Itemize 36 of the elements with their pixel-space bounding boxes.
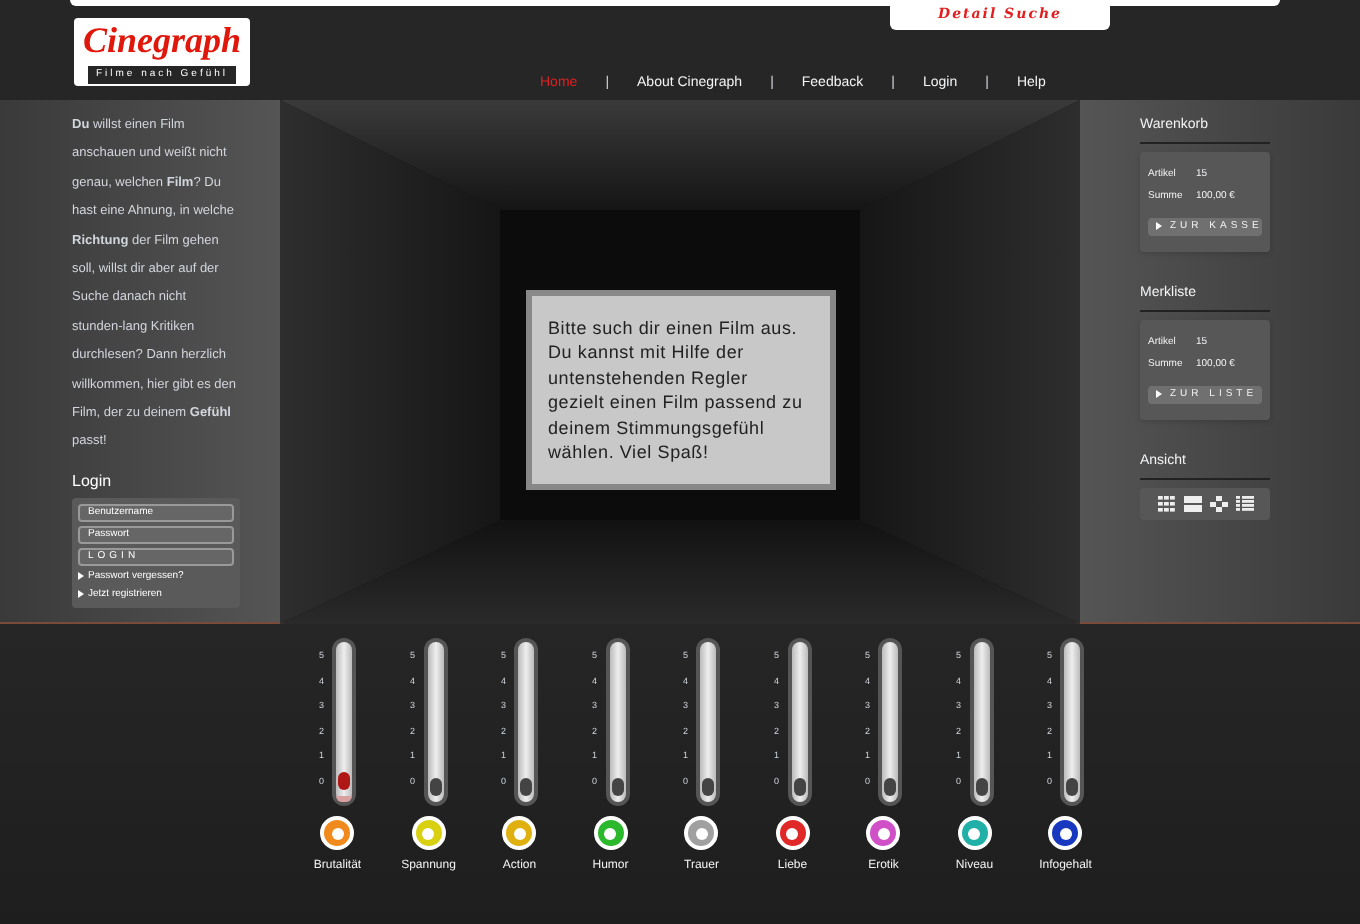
category-icon[interactable] xyxy=(593,816,628,850)
slider-thumb[interactable] xyxy=(520,778,532,796)
category-icon[interactable] xyxy=(1048,816,1083,850)
slider-track[interactable] xyxy=(605,638,629,806)
logo-text: Cinegraph xyxy=(82,18,242,62)
login-title: Login xyxy=(72,469,114,494)
triangle-icon xyxy=(1156,390,1162,399)
slider-track[interactable] xyxy=(423,638,447,806)
slider-thumb[interactable] xyxy=(1066,778,1078,796)
slider-track[interactable] xyxy=(878,638,902,806)
slider-thumb[interactable] xyxy=(429,778,441,796)
list-icon[interactable] xyxy=(1235,495,1253,511)
slider-thumb[interactable] xyxy=(975,778,987,796)
slider-thumb[interactable] xyxy=(793,778,805,796)
category-icon[interactable] xyxy=(775,816,810,850)
cluster-icon[interactable] xyxy=(1209,495,1227,511)
category-icon[interactable] xyxy=(684,816,719,850)
slider-track[interactable] xyxy=(969,638,993,806)
category-icon[interactable] xyxy=(957,816,992,850)
grid-icon[interactable] xyxy=(1157,495,1175,511)
category-icon[interactable] xyxy=(502,816,537,850)
message-text: Bitte such dir einen Film aus. Du kannst mit Hilfe der untenstehenden Regler gezielt einen Film passend zu deinem Stimmungsgefühl wählen. Viel Spaß! xyxy=(548,315,805,465)
slider-thumb[interactable] xyxy=(884,778,896,796)
slider-track[interactable] xyxy=(514,638,538,806)
category-icon[interactable] xyxy=(866,816,901,850)
rows-icon[interactable] xyxy=(1183,495,1201,511)
category-icon[interactable] xyxy=(320,816,355,850)
slider-track[interactable] xyxy=(787,638,811,806)
category-icon[interactable] xyxy=(411,816,446,850)
slider-thumb[interactable] xyxy=(338,771,350,790)
slider-track[interactable] xyxy=(696,638,720,806)
slider-track[interactable] xyxy=(332,638,356,806)
slider-thumb[interactable] xyxy=(702,778,714,796)
triangle-icon xyxy=(1156,222,1162,231)
slider-track[interactable] xyxy=(1060,638,1084,806)
slider-thumb[interactable] xyxy=(611,778,623,796)
